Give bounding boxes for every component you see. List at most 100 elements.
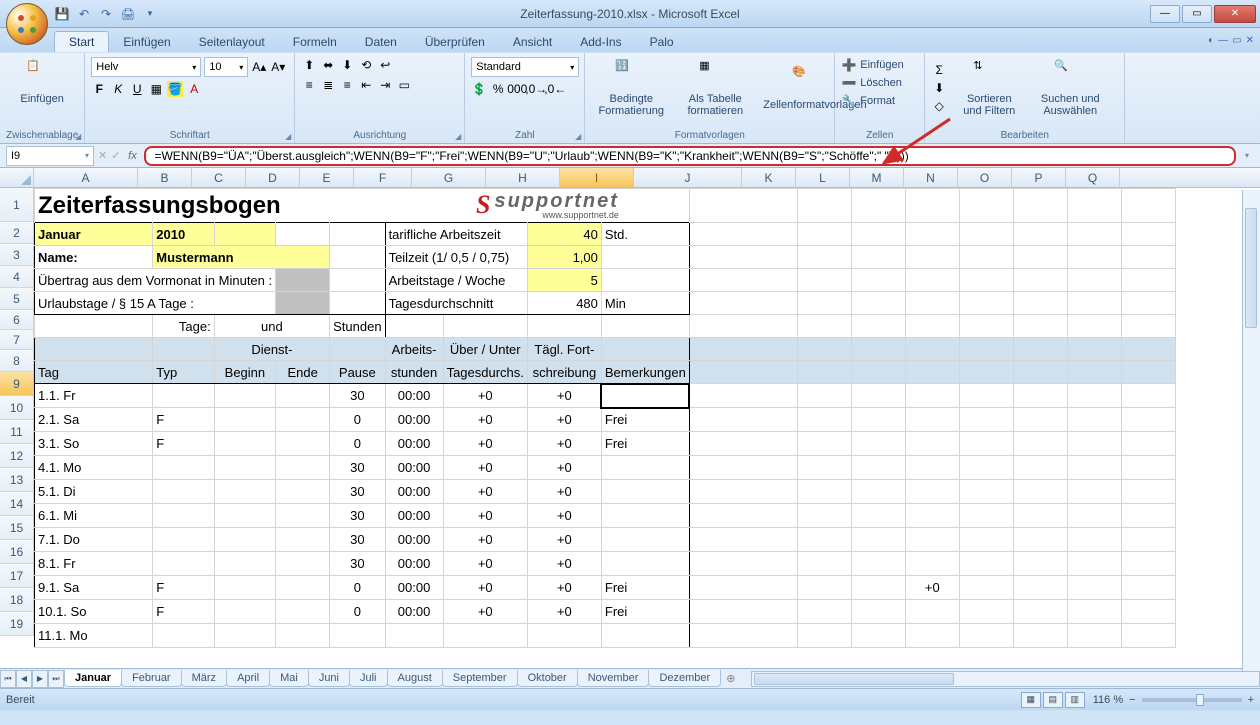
page-layout-view-icon[interactable]: ▤ [1043,692,1063,708]
row-header-5[interactable]: 5 [0,288,34,310]
cell[interactable]: Januar [35,223,153,246]
cell[interactable] [959,315,1013,338]
cell[interactable] [905,361,959,384]
col-header-E[interactable]: E [300,168,354,187]
cell[interactable]: Tagesdurchs. [443,361,527,384]
cell[interactable] [1067,223,1121,246]
cell[interactable] [851,338,905,361]
cell[interactable] [1121,576,1175,600]
cell[interactable]: Dienst- [214,338,329,361]
cell[interactable] [601,315,689,338]
cell[interactable]: Frei [601,576,689,600]
cell[interactable] [797,480,851,504]
cell[interactable] [276,456,330,480]
col-header-F[interactable]: F [354,168,412,187]
sheet-tab-oktober[interactable]: Oktober [517,670,578,687]
sort-filter-button[interactable]: ⇅Sortieren und Filtern [953,57,1025,119]
col-header-P[interactable]: P [1012,168,1066,187]
cell[interactable] [689,576,797,600]
cell[interactable] [797,456,851,480]
cell[interactable] [1067,384,1121,408]
cell[interactable] [1067,480,1121,504]
cell[interactable]: 00:00 [385,504,443,528]
dialog-launcher-icon[interactable]: ◢ [455,132,461,141]
ribbon-tab-ansicht[interactable]: Ansicht [499,32,566,52]
cell[interactable] [959,624,1013,648]
dialog-launcher-icon[interactable]: ◢ [75,132,81,141]
cell[interactable] [1121,552,1175,576]
cell[interactable] [851,624,905,648]
cell[interactable] [214,456,275,480]
cell[interactable]: +0 [527,600,601,624]
cell[interactable] [851,189,905,223]
cell[interactable] [1121,189,1175,223]
cell[interactable] [330,269,385,292]
close-button[interactable]: ✕ [1214,5,1256,23]
sheet-tab-mai[interactable]: Mai [269,670,309,687]
new-sheet-icon[interactable]: ⊕ [720,670,741,687]
cell[interactable] [1067,456,1121,480]
cell[interactable]: Std. [601,223,689,246]
cell[interactable]: Min [601,292,689,315]
cell[interactable] [689,384,797,408]
cell[interactable] [1067,528,1121,552]
cell[interactable] [443,624,527,648]
cell[interactable] [276,432,330,456]
cell[interactable] [851,456,905,480]
sheet-tab-september[interactable]: September [442,670,518,687]
cell[interactable] [1013,315,1067,338]
cell[interactable] [1013,246,1067,269]
cell[interactable] [1013,576,1067,600]
cell[interactable]: +0 [443,456,527,480]
cell[interactable] [153,504,214,528]
cell[interactable] [330,624,385,648]
cell[interactable] [35,315,153,338]
cell[interactable] [1121,315,1175,338]
cell[interactable]: +0 [443,432,527,456]
cell[interactable]: 10.1. So [35,600,153,624]
sheet-tab-märz[interactable]: März [181,670,227,687]
cell[interactable] [385,315,443,338]
cell[interactable] [214,600,275,624]
cell[interactable]: Zeiterfassungsbogen [35,189,690,223]
align-right-icon[interactable]: ≡ [339,77,355,93]
cell[interactable] [797,292,851,315]
cell[interactable] [601,504,689,528]
cell[interactable]: Über / Unter [443,338,527,361]
row-header-16[interactable]: 16 [0,540,34,564]
cell[interactable]: 2.1. Sa [35,408,153,432]
cell[interactable]: 3.1. So [35,432,153,456]
col-header-M[interactable]: M [850,168,904,187]
align-left-icon[interactable]: ≡ [301,77,317,93]
cell[interactable]: Pause [330,361,385,384]
cell[interactable] [276,504,330,528]
cell[interactable] [797,528,851,552]
cell[interactable] [689,528,797,552]
cell[interactable] [1121,384,1175,408]
cell[interactable] [1013,189,1067,223]
cell[interactable] [1121,223,1175,246]
cell[interactable] [959,600,1013,624]
cell[interactable] [959,361,1013,384]
thousands-icon[interactable]: 000 [509,81,525,97]
cell[interactable] [905,384,959,408]
cell[interactable] [1067,600,1121,624]
cell[interactable] [35,338,153,361]
cell[interactable] [153,624,214,648]
cell[interactable] [276,223,330,246]
cell[interactable]: 2010 [153,223,214,246]
cell[interactable]: Stunden [330,315,385,338]
cell[interactable] [1121,408,1175,432]
cell[interactable] [601,338,689,361]
sheet-tab-februar[interactable]: Februar [121,670,182,687]
autosum-icon[interactable]: Σ [931,62,947,78]
qat-more-icon[interactable]: ▼ [142,6,158,22]
vertical-scrollbar[interactable] [1242,190,1260,686]
cell[interactable] [851,269,905,292]
cell[interactable]: Ende [276,361,330,384]
sheet-tab-april[interactable]: April [226,670,270,687]
row-header-2[interactable]: 2 [0,222,34,244]
maximize-button[interactable]: ▭ [1182,5,1212,23]
cell[interactable] [905,315,959,338]
cell[interactable] [689,600,797,624]
